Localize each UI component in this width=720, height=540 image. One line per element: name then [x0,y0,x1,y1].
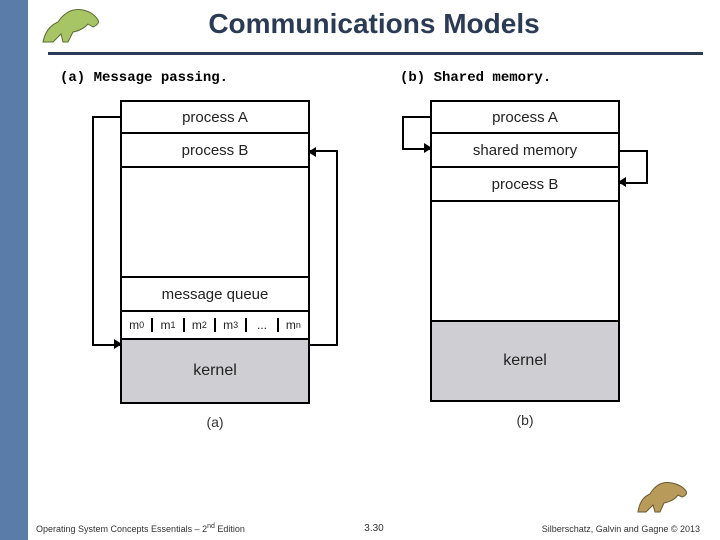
slide-title: Communications Models [48,8,700,40]
sidebar-stripe [0,0,28,540]
cell-blank-a [120,168,310,278]
caption-a: (a) [206,414,223,430]
footer-page-number: 3.30 [364,523,383,534]
slot-m0: m0 [122,318,153,332]
cell-process-a-b: process A [430,100,620,134]
subtitle-a: (a) Message passing. [60,70,360,86]
subtitle-row: (a) Message passing. (b) Shared memory. [60,70,700,86]
slot-m2: m2 [185,318,216,332]
arrow-b-right [620,150,648,184]
cell-kernel-a: kernel [120,340,310,404]
header-rule [48,52,703,55]
slide-footer: Operating System Concepts Essentials – 2… [28,523,720,536]
slot-m1: m1 [153,318,184,332]
cell-message-queue: message queue [120,278,310,312]
diagram-a: process A process B message queue m0 m1 … [120,100,310,490]
diagram-a-stack: process A process B message queue m0 m1 … [120,100,310,404]
slot-m3: m3 [216,318,247,332]
diagram-b: process A shared memory process B kernel… [430,100,620,490]
footer-left: Operating System Concepts Essentials – 2… [36,523,245,534]
cell-kernel-b: kernel [430,322,620,402]
slide-header: Communications Models [28,0,720,50]
footer-copyright: Silberschatz, Galvin and Gagne © 2013 [542,524,700,534]
slot-mn: mn [279,318,308,332]
cell-blank-b [430,202,620,322]
cell-process-b: process B [120,134,310,168]
cell-process-a: process A [120,100,310,134]
cell-shared-memory: shared memory [430,134,620,168]
caption-b: (b) [516,412,533,428]
cell-message-slots: m0 m1 m2 m3 ... mn [120,312,310,340]
arrow-b-left [402,116,430,150]
arrow-a-left [92,116,120,346]
diagram-b-stack: process A shared memory process B kernel [430,100,620,402]
slot-ellipsis: ... [247,318,278,332]
cell-process-b-b: process B [430,168,620,202]
arrow-a-right [310,150,338,346]
subtitle-b: (b) Shared memory. [400,70,700,86]
diagram-container: process A process B message queue m0 m1 … [60,100,680,490]
dinosaur-icon-bottom [634,476,696,518]
